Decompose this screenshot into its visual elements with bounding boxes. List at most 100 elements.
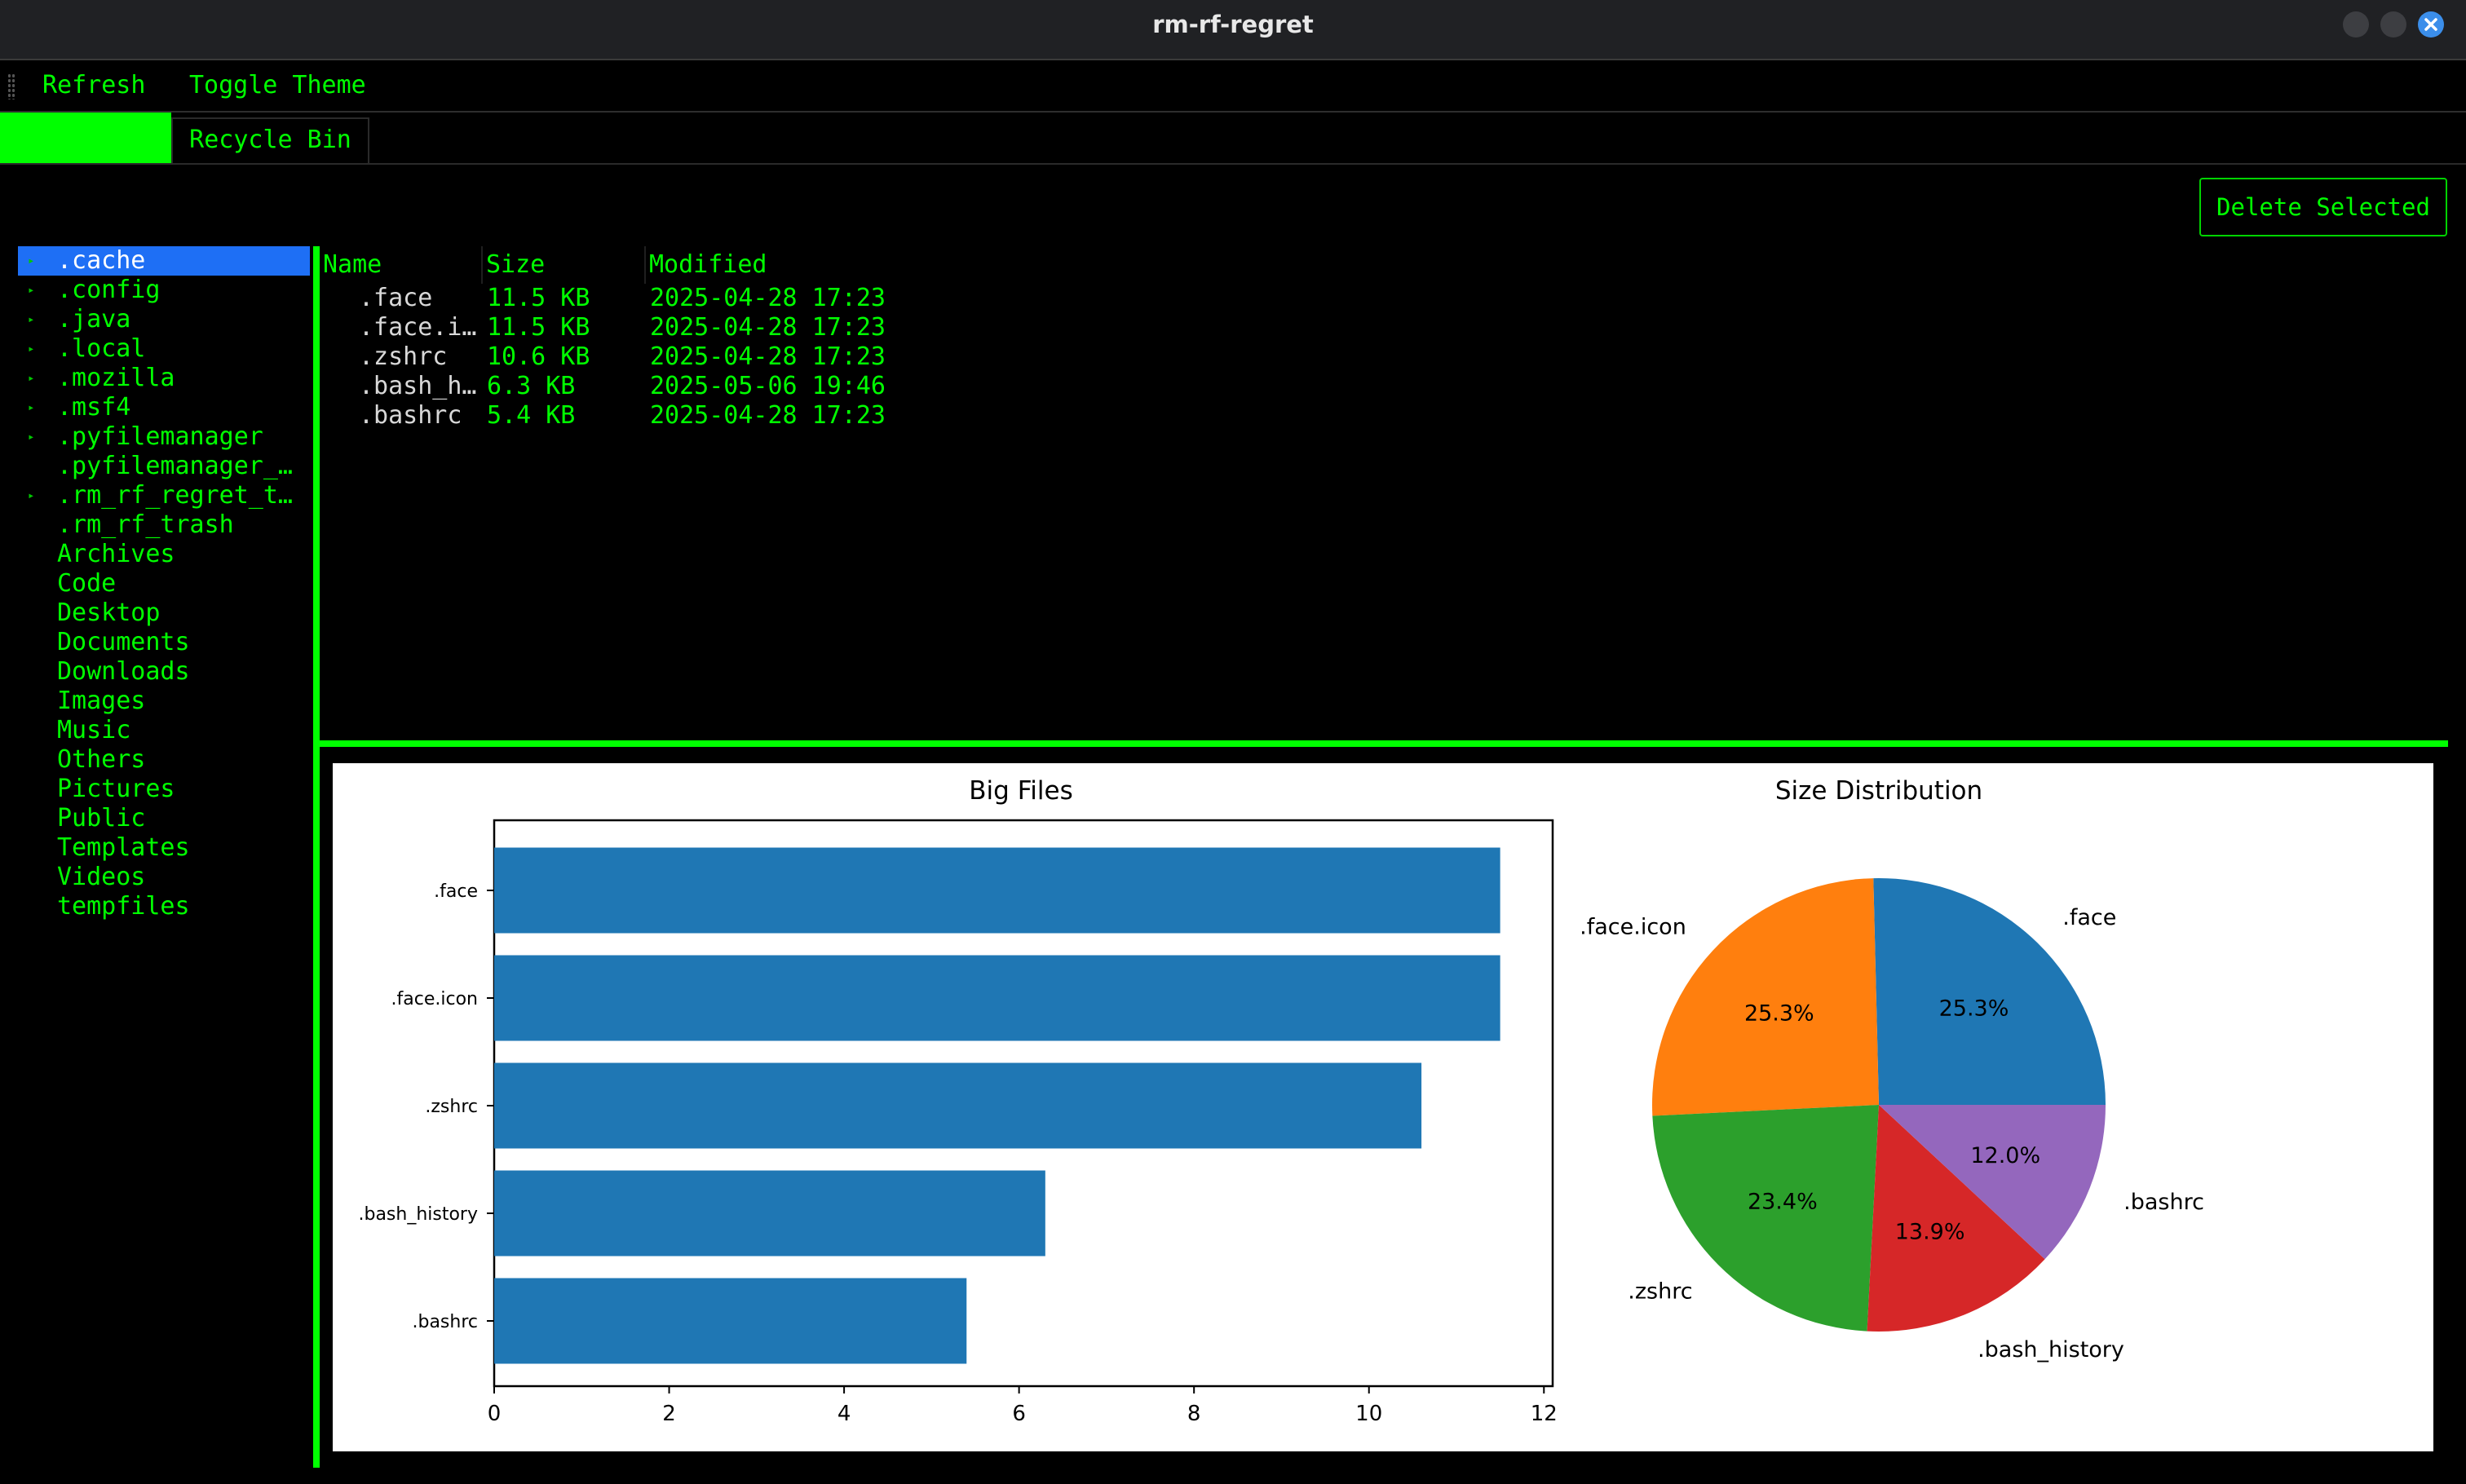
x-tick-label: 10 (1355, 1402, 1382, 1426)
tree-item[interactable]: ▸ .mozilla (18, 364, 310, 393)
tree-item-label: .cache (57, 246, 146, 275)
table-row[interactable]: .zshrc 10.6 KB 2025-04-28 17:23 (320, 342, 1298, 372)
tree-item-label: Downloads (57, 657, 190, 686)
tree-item[interactable]: Music (18, 716, 310, 745)
minimize-button[interactable] (2343, 11, 2369, 38)
pie-slice-label: .bashrc (2124, 1190, 2204, 1215)
file-size-cell: 10.6 KB (487, 342, 590, 371)
toolbar-grip-icon[interactable] (7, 73, 15, 99)
x-tick-label: 12 (1531, 1402, 1558, 1426)
tree-item[interactable]: Downloads (18, 657, 310, 687)
pie-slice-label: .face.icon (1580, 914, 1686, 939)
tree-item[interactable]: Videos (18, 863, 310, 892)
column-header-size[interactable]: Size (483, 246, 646, 284)
column-header-name[interactable]: Name (320, 246, 483, 284)
tree-item[interactable]: Public (18, 804, 310, 833)
pie-slice-label: .zshrc (1628, 1279, 1692, 1305)
expand-arrow-icon[interactable]: ▸ (28, 422, 39, 452)
tree-item[interactable]: Others (18, 745, 310, 775)
expand-arrow-icon[interactable]: ▸ (28, 364, 39, 393)
bar-chart-title: Big Files (969, 776, 1072, 806)
tree-item[interactable]: Desktop (18, 598, 310, 628)
y-tick-label: .bashrc (412, 1312, 478, 1332)
expand-arrow-icon[interactable]: ▸ (28, 334, 39, 364)
splitter-vertical[interactable] (313, 246, 320, 1468)
tree-item[interactable]: ▸ .cache (18, 246, 310, 276)
tree-item[interactable]: Code (18, 569, 310, 598)
file-name-cell: .bash_h… (359, 372, 477, 400)
file-modified-cell: 2025-04-28 17:23 (650, 313, 886, 342)
column-header-modified[interactable]: Modified (646, 246, 890, 284)
pie-percent-label: 12.0% (1970, 1143, 2040, 1168)
file-name-cell: .zshrc (359, 342, 448, 371)
tree-item[interactable]: ▸ .rm_rf_regret_t… (18, 481, 310, 510)
tree-item[interactable]: tempfiles (18, 892, 310, 921)
bar (494, 1062, 1422, 1149)
file-modified-cell: 2025-05-06 19:46 (650, 372, 886, 400)
expand-arrow-icon[interactable]: ▸ (28, 246, 39, 276)
tree-item[interactable]: ▸ .config (18, 276, 310, 305)
tree-item-label: Public (57, 804, 146, 833)
tree-item-label: .rm_rf_trash (57, 510, 234, 539)
table-row[interactable]: .bash_h… 6.3 KB 2025-05-06 19:46 (320, 372, 1298, 401)
tree-item-label: Documents (57, 628, 190, 656)
tree-item-label: Code (57, 569, 117, 598)
tree-item[interactable]: Documents (18, 628, 310, 657)
tree-item[interactable]: ▸ .local (18, 334, 310, 364)
table-row[interactable]: .bashrc 5.4 KB 2025-04-28 17:23 (320, 401, 1298, 431)
file-table[interactable]: Name Size Modified .face 11.5 KB 2025-04-2… (320, 246, 2448, 742)
tree-item-label: Archives (57, 540, 175, 568)
pie-slice-label: .face (2062, 905, 2116, 930)
file-size-cell: 6.3 KB (487, 372, 576, 400)
splitter-horizontal[interactable] (320, 740, 2448, 747)
charts-canvas: Big Files .face .face.icon .zshrc .bash_his… (358, 776, 2204, 1426)
tree-item-label: .java (57, 305, 131, 333)
tree-item[interactable]: ▸ .pyfilemanager (18, 422, 310, 452)
file-modified-cell: 2025-04-28 17:23 (650, 401, 886, 430)
table-row[interactable]: .face 11.5 KB 2025-04-28 17:23 (320, 284, 1298, 313)
tree-item[interactable]: ▸ .java (18, 305, 310, 334)
table-row[interactable]: .face.i… 11.5 KB 2025-04-28 17:23 (320, 313, 1298, 342)
tree-item[interactable]: Archives (18, 540, 310, 569)
y-tick-label: .face.icon (391, 989, 478, 1009)
tree-item-label: Images (57, 687, 146, 715)
tab-bar: Recycle Bin (0, 113, 2466, 165)
maximize-button[interactable] (2380, 11, 2406, 38)
tree-item[interactable]: .rm_rf_trash (18, 510, 310, 540)
refresh-menu-item[interactable]: Refresh (42, 60, 145, 111)
file-size-cell: 11.5 KB (487, 284, 590, 312)
pie-percent-label: 25.3% (1939, 996, 2009, 1022)
expand-arrow-icon[interactable]: ▸ (28, 305, 39, 334)
tab-recycle-bin[interactable]: Recycle Bin (171, 117, 369, 163)
file-name-cell: .face (359, 284, 433, 312)
pie-percent-label: 23.4% (1748, 1190, 1818, 1215)
tree-item[interactable]: ▸ .msf4 (18, 393, 310, 422)
file-size-cell: 11.5 KB (487, 313, 590, 342)
pie-percent-label: 13.9% (1895, 1220, 1965, 1245)
x-tick-label: 2 (662, 1402, 676, 1426)
tree-item[interactable]: Images (18, 687, 310, 716)
expand-arrow-icon[interactable]: ▸ (28, 481, 39, 510)
tree-item[interactable]: .pyfilemanager_… (18, 452, 310, 481)
tab-home[interactable] (0, 113, 171, 163)
tree-item[interactable]: Templates (18, 833, 310, 863)
y-tick-label: .bash_history (358, 1204, 478, 1225)
x-tick-label: 0 (488, 1402, 502, 1426)
close-button[interactable] (2418, 11, 2444, 38)
x-tick-label: 6 (1012, 1402, 1026, 1426)
toggle-theme-menu-item[interactable]: Toggle Theme (189, 60, 366, 111)
x-tick-label: 8 (1187, 1402, 1201, 1426)
file-name-cell: .face.i… (359, 313, 477, 342)
close-icon (2424, 18, 2437, 31)
delete-selected-button[interactable]: Delete Selected (2199, 178, 2447, 236)
tree-item[interactable]: Pictures (18, 775, 310, 804)
chart-panel: Big Files .face .face.icon .zshrc .bash_his… (333, 763, 2433, 1451)
bar (494, 1170, 1045, 1257)
expand-arrow-icon[interactable]: ▸ (28, 276, 39, 305)
tree-item-label: .config (57, 276, 161, 304)
pie-percent-label: 25.3% (1744, 1000, 1814, 1026)
y-tick-label: .zshrc (425, 1097, 478, 1117)
folder-tree[interactable]: ▸ .cache ▸ .config ▸ .java ▸ .local ▸ .mozilla ▸ .m… (18, 246, 310, 921)
expand-arrow-icon[interactable]: ▸ (28, 393, 39, 422)
window-title: rm-rf-regret (1152, 11, 1314, 38)
